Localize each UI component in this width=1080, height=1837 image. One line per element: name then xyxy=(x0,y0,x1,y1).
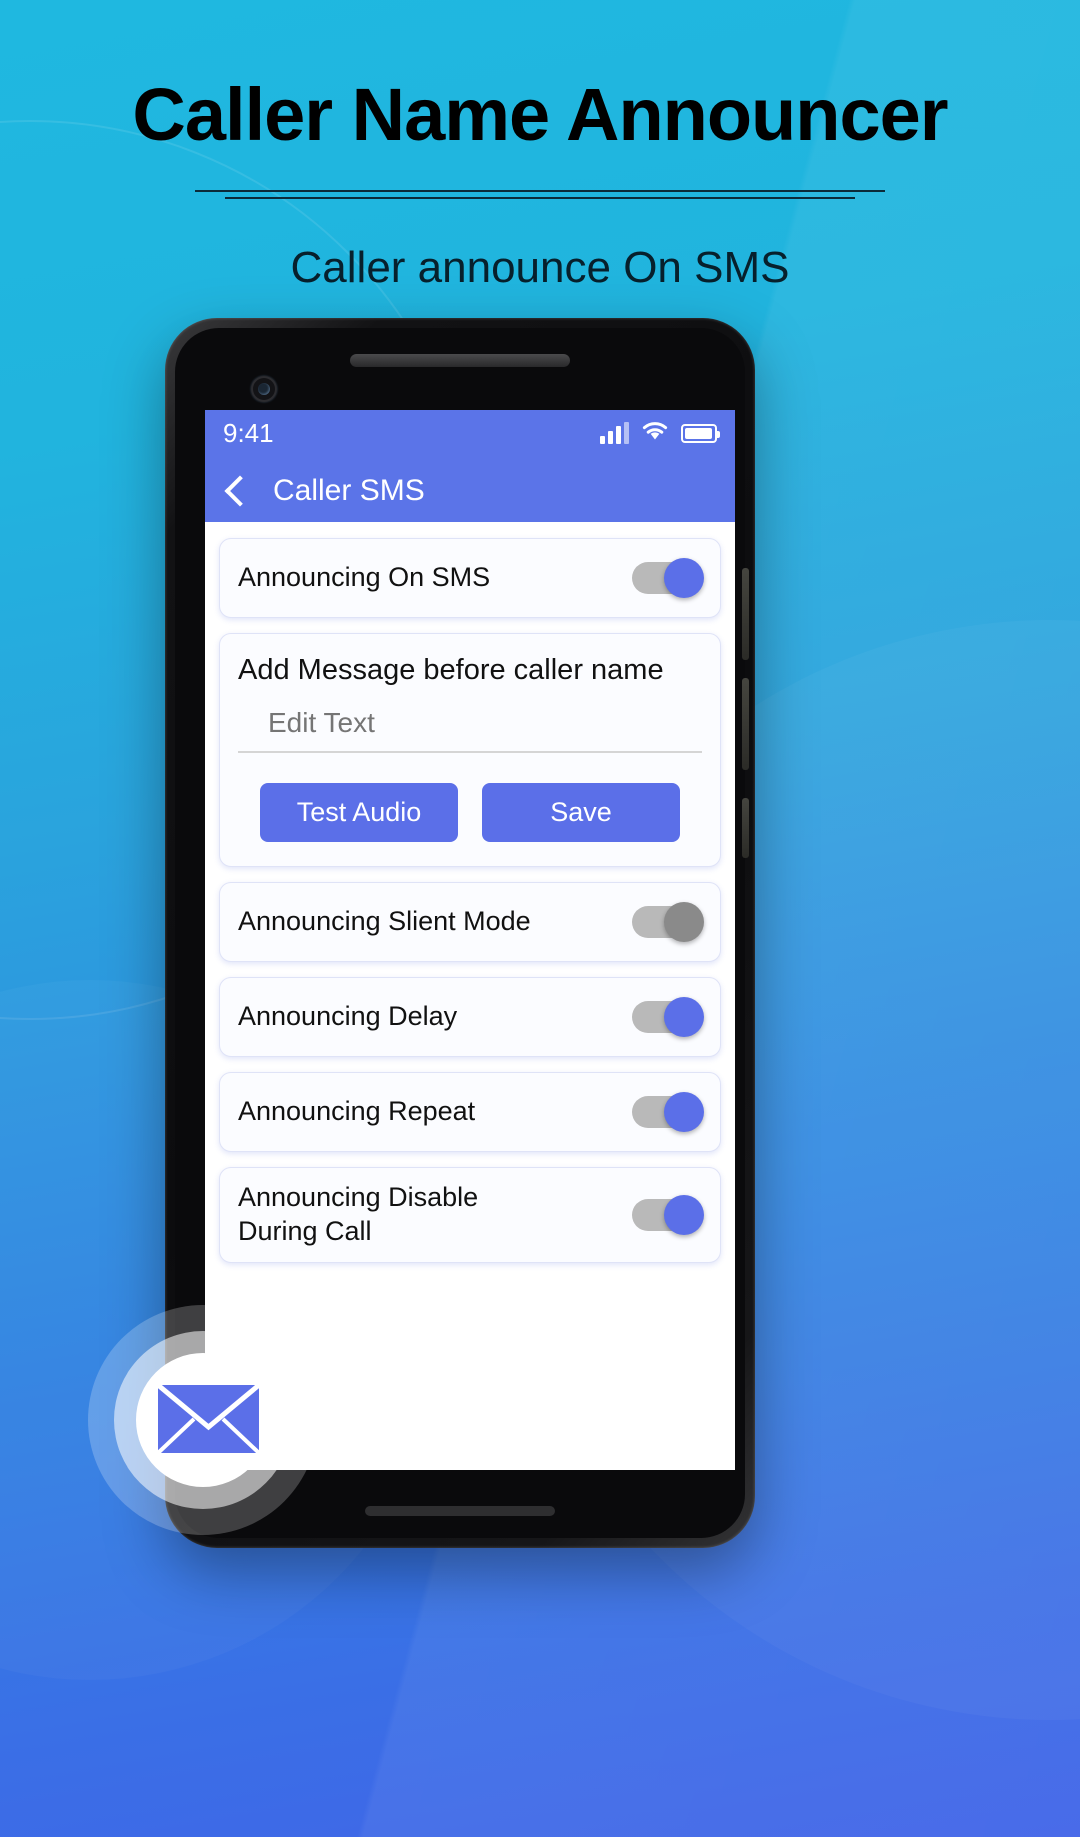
title-divider-secondary xyxy=(225,197,855,199)
promo-header: Caller Name Announcer Caller announce On… xyxy=(0,0,1080,293)
app-bar-title: Caller SMS xyxy=(273,474,425,507)
setting-row: Announcing On SMS xyxy=(238,539,704,617)
page-subtitle: Caller announce On SMS xyxy=(290,243,790,292)
toggle-announcing-on-sms[interactable] xyxy=(632,558,704,598)
setting-label-announcing-silent-mode: Announcing Slient Mode xyxy=(238,906,531,937)
power-button[interactable] xyxy=(742,798,749,858)
front-camera-icon xyxy=(251,376,277,402)
setting-label-announcing-disable-during-call: Announcing Disable During Call xyxy=(238,1182,479,1246)
toggle-announcing-repeat[interactable] xyxy=(632,1092,704,1132)
card-announcing-disable-during-call[interactable]: Announcing Disable During Call xyxy=(219,1167,721,1263)
app-bar: Caller SMS xyxy=(205,460,735,522)
status-icon-group xyxy=(600,420,720,447)
toggle-knob xyxy=(664,1195,704,1235)
phone-bottom-speaker xyxy=(365,1506,555,1516)
card-announcing-delay[interactable]: Announcing Delay xyxy=(219,977,721,1057)
envelope-icon xyxy=(156,1383,261,1455)
status-bar: 9:41 xyxy=(205,410,735,460)
setting-label-announcing-delay: Announcing Delay xyxy=(238,1001,458,1032)
app-badge xyxy=(88,1305,318,1535)
card-announcing-repeat[interactable]: Announcing Repeat xyxy=(219,1072,721,1152)
card-add-message: Add Message before caller name Test Audi… xyxy=(219,633,721,867)
toggle-knob xyxy=(664,1092,704,1132)
toggle-knob xyxy=(664,997,704,1037)
volume-down-button[interactable] xyxy=(742,678,749,770)
setting-row: Announcing Repeat xyxy=(238,1073,704,1151)
setting-label-announcing-repeat: Announcing Repeat xyxy=(238,1096,476,1127)
setting-row: Announcing Disable During Call xyxy=(238,1168,704,1262)
toggle-announcing-silent-mode[interactable] xyxy=(632,902,704,942)
volume-up-button[interactable] xyxy=(742,568,749,660)
toggle-announcing-delay[interactable] xyxy=(632,997,704,1037)
setting-row: Announcing Delay xyxy=(238,978,704,1056)
test-audio-button[interactable]: Test Audio xyxy=(260,783,458,842)
toggle-announcing-disable-during-call[interactable] xyxy=(632,1195,704,1235)
save-button[interactable]: Save xyxy=(482,783,680,842)
card-announcing-silent-mode[interactable]: Announcing Slient Mode xyxy=(219,882,721,962)
battery-icon xyxy=(681,423,720,443)
message-input[interactable] xyxy=(238,701,702,753)
chevron-left-icon[interactable] xyxy=(224,475,256,507)
camera-lens xyxy=(258,383,270,395)
toggle-knob xyxy=(664,902,704,942)
toggle-knob xyxy=(664,558,704,598)
message-actions: Test Audio Save xyxy=(238,783,702,842)
setting-row: Announcing Slient Mode xyxy=(238,883,704,961)
earpiece-speaker xyxy=(350,354,570,367)
wifi-icon xyxy=(641,420,669,447)
card-announcing-on-sms[interactable]: Announcing On SMS xyxy=(219,538,721,618)
title-divider xyxy=(195,190,885,192)
setting-label-announcing-on-sms: Announcing On SMS xyxy=(238,562,491,593)
add-message-title: Add Message before caller name xyxy=(238,654,664,686)
status-clock: 9:41 xyxy=(223,417,274,448)
signal-icon xyxy=(600,422,629,444)
page-title: Caller Name Announcer xyxy=(132,73,948,156)
